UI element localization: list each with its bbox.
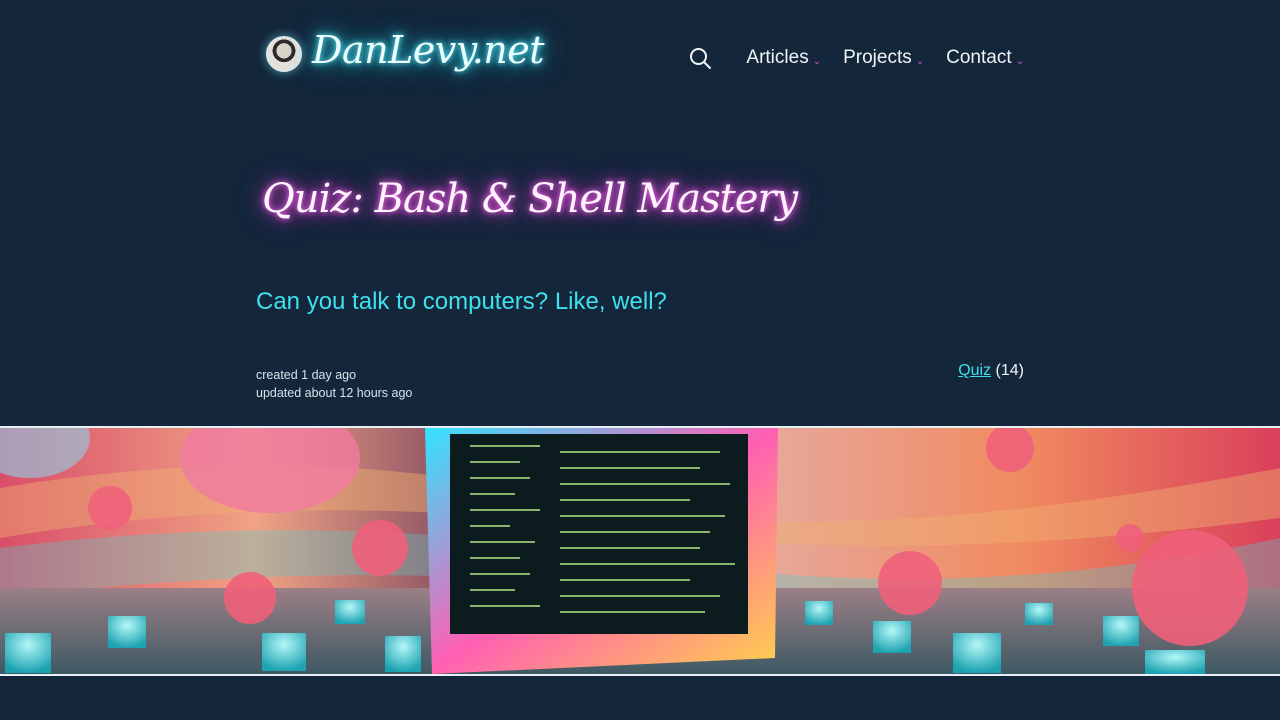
chevron-down-icon: ⌄ <box>1015 55 1024 67</box>
page-subtitle: Can you talk to computers? Like, well? <box>256 288 667 315</box>
tag-link-quiz[interactable]: Quiz <box>958 362 991 379</box>
hero-image <box>0 426 1280 676</box>
chevron-down-icon: ⌄ <box>915 55 925 67</box>
nav-item-label: Projects <box>843 47 912 68</box>
post-dates: created 1 day ago updated about 12 hours… <box>256 366 412 402</box>
main-nav: Articles ⌄ Projects ⌄ Contact ⌄ <box>688 46 1024 70</box>
chevron-down-icon: ⌄ <box>812 55 822 67</box>
nav-item-label: Articles <box>746 47 809 68</box>
page-title: Quiz: Bash & Shell Mastery <box>262 176 798 222</box>
nav-item-articles[interactable]: Articles ⌄ <box>746 47 821 69</box>
nav-item-label: Contact <box>946 47 1012 68</box>
tag-count: (14) <box>995 362 1024 379</box>
avatar <box>266 36 302 72</box>
hero-illustration <box>0 428 1280 674</box>
site-header: DanLevy.net Articles ⌄ Projects ⌄ Contac… <box>256 28 1024 98</box>
nav-item-contact[interactable]: Contact ⌄ <box>946 47 1024 69</box>
updated-date: updated about 12 hours ago <box>256 386 413 400</box>
site-name: DanLevy.net <box>312 28 545 72</box>
nav-item-projects[interactable]: Projects ⌄ <box>843 47 924 69</box>
post-tags: Quiz (14) <box>958 362 1024 380</box>
created-date: created 1 day ago <box>256 368 357 382</box>
search-icon[interactable] <box>688 46 712 70</box>
site-logo-link[interactable]: DanLevy.net <box>256 28 545 72</box>
